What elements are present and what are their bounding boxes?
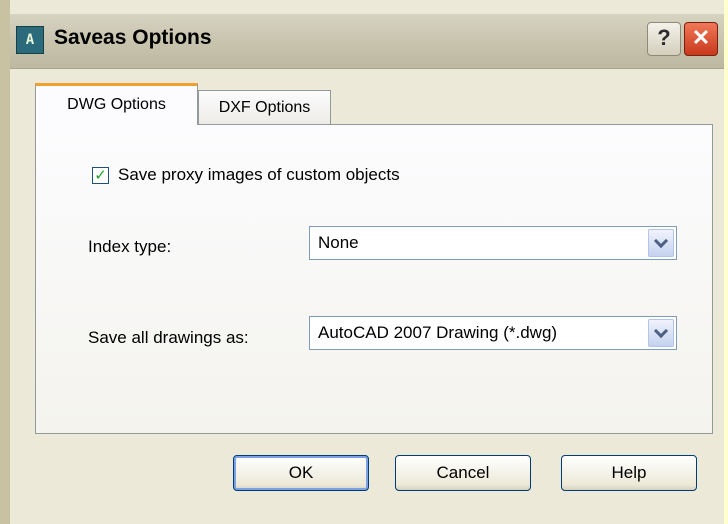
chevron-down-icon[interactable]: [648, 319, 674, 347]
save-as-label: Save all drawings as:: [88, 328, 249, 347]
index-type-value: None: [318, 233, 359, 252]
window-title: Saveas Options: [54, 26, 212, 49]
save-as-format-select[interactable]: AutoCAD 2007 Drawing (*.dwg): [309, 316, 677, 350]
index-type-select[interactable]: None: [309, 226, 677, 260]
autocad-icon: A: [16, 26, 44, 54]
save-as-format-value: AutoCAD 2007 Drawing (*.dwg): [318, 323, 558, 342]
tab-dxf-options[interactable]: DXF Options: [198, 90, 331, 125]
help-button[interactable]: Help: [561, 455, 697, 491]
chevron-down-icon[interactable]: [648, 229, 674, 257]
close-button[interactable]: ✕: [684, 22, 718, 56]
help-title-button[interactable]: ?: [647, 22, 681, 56]
dwg-options-panel: ✓ Save proxy images of custom objects In…: [35, 124, 713, 434]
proxy-images-label[interactable]: Save proxy images of custom objects: [118, 165, 400, 185]
proxy-images-checkbox[interactable]: ✓: [92, 167, 109, 184]
tab-dwg-options[interactable]: DWG Options: [35, 83, 198, 125]
cancel-button[interactable]: Cancel: [395, 455, 531, 491]
index-type-label: Index type:: [88, 237, 172, 256]
ok-button[interactable]: OK: [233, 455, 369, 491]
title-bar[interactable]: A Saveas Options ? ✕: [10, 14, 724, 69]
saveas-options-dialog: A Saveas Options ? ✕ DWG Options DXF Opt…: [0, 0, 724, 524]
